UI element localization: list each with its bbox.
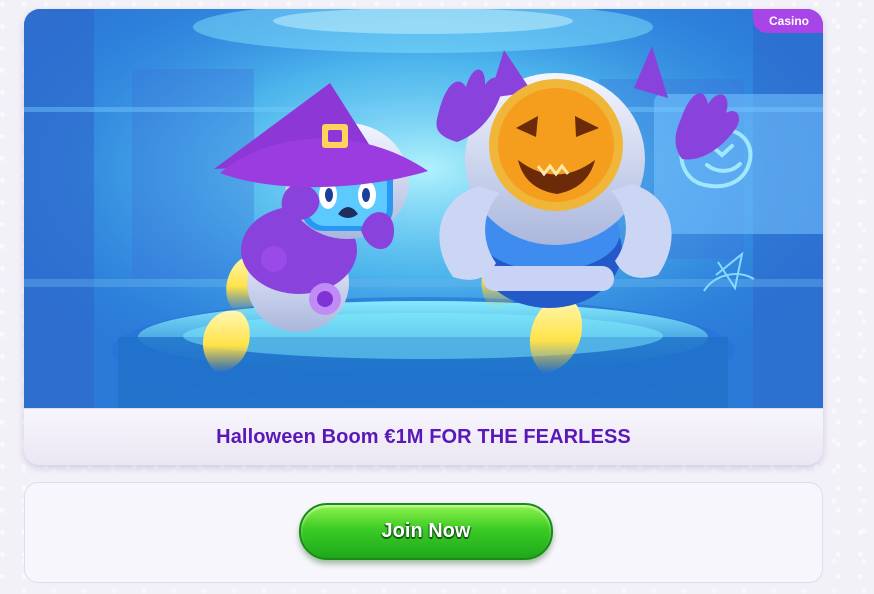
promo-card[interactable]: Casino Halloween Boom €1M FOR THE FEARLE… [24, 9, 823, 465]
cta-panel: Join Now [24, 482, 823, 583]
join-now-label: Join Now [381, 520, 471, 542]
promo-title: Halloween Boom €1M FOR THE FEARLESS [216, 426, 631, 448]
promo-banner[interactable]: Casino [24, 9, 823, 408]
join-now-button[interactable]: Join Now [299, 503, 553, 560]
promo-title-bar: Halloween Boom €1M FOR THE FEARLESS [24, 408, 823, 465]
halloween-banner-illustration [24, 9, 823, 408]
category-badge: Casino [752, 9, 823, 33]
